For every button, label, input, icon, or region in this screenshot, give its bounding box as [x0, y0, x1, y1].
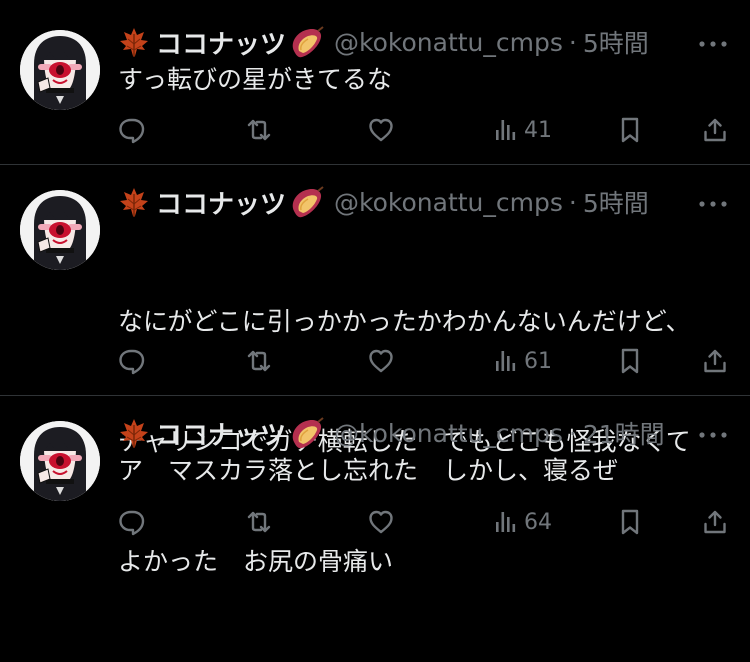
avatar-image — [20, 421, 100, 501]
avatar[interactable] — [20, 190, 100, 270]
views-button[interactable]: 41 — [494, 115, 552, 145]
tweet-text-line: よかった お尻の骨痛い — [118, 547, 394, 576]
maple-leaf-icon — [119, 418, 149, 449]
avatar-image — [20, 30, 100, 110]
views-button[interactable]: 64 — [494, 507, 552, 537]
tweet[interactable]: ココナッツ @kokonattu_cmps · 5時間 なにがどこに引っかかった… — [0, 166, 750, 576]
timestamp[interactable]: 21時間 — [583, 415, 665, 451]
timestamp[interactable]: 5時間 — [583, 24, 649, 60]
views-icon — [496, 120, 516, 140]
tweet-text-line: なにがどこに引っかかったかわかんないんだけど、 — [118, 307, 691, 336]
user-handle[interactable]: @kokonattu_cmps — [334, 188, 563, 217]
retweet-icon — [247, 350, 271, 372]
bookmark-icon — [621, 117, 639, 143]
tweet-header: ココナッツ @kokonattu_cmps · 5時間 — [118, 184, 730, 220]
tweet[interactable]: ココナッツ @kokonattu_cmps · 5時間 すっ転びの星がきてるな … — [0, 0, 750, 165]
more-options-icon[interactable] — [698, 427, 728, 443]
tweet[interactable]: ココナッツ @kokonattu_cmps · 21時間 ア マスカラ落とし忘れ… — [0, 397, 750, 547]
retweet-button[interactable] — [244, 507, 272, 537]
user-handle[interactable]: @kokonattu_cmps — [334, 28, 563, 57]
like-icon — [369, 118, 393, 142]
bookmark-icon — [621, 348, 639, 374]
user-handle[interactable]: @kokonattu_cmps — [334, 419, 563, 448]
avatar-image — [20, 190, 100, 270]
tweet-actions: 64 — [118, 507, 730, 537]
views-icon — [496, 512, 516, 532]
views-count: 64 — [524, 509, 552, 535]
views-count: 41 — [524, 117, 552, 143]
share-button[interactable] — [702, 346, 728, 376]
separator-dot: · — [568, 418, 577, 448]
bookmark-button[interactable] — [618, 346, 642, 376]
tweet-text: ア マスカラ落とし忘れた しかし、寝るぜ — [118, 456, 619, 485]
reply-icon — [119, 510, 145, 536]
avatar[interactable] — [20, 30, 100, 110]
retweet-icon — [247, 119, 271, 141]
share-icon — [704, 510, 726, 534]
like-button[interactable] — [368, 507, 394, 537]
tweet-actions: 41 — [118, 115, 730, 145]
display-name[interactable]: ココナッツ — [156, 184, 286, 221]
maple-leaf-icon — [119, 27, 149, 58]
share-button[interactable] — [702, 507, 728, 537]
sweet-potato-icon — [291, 26, 325, 59]
share-icon — [704, 349, 726, 373]
tweet-actions: 61 — [118, 346, 730, 376]
separator-dot: · — [568, 27, 577, 57]
tweet-text: すっ転びの星がきてるな — [118, 65, 393, 94]
like-icon — [369, 349, 393, 373]
share-button[interactable] — [702, 115, 728, 145]
like-button[interactable] — [368, 346, 394, 376]
bookmark-icon — [621, 509, 639, 535]
display-name[interactable]: ココナッツ — [156, 24, 286, 61]
more-options-icon[interactable] — [698, 36, 728, 52]
reply-button[interactable] — [118, 346, 146, 376]
separator-dot: · — [568, 187, 577, 217]
tweet-header: ココナッツ @kokonattu_cmps · 5時間 — [118, 24, 730, 60]
reply-icon — [119, 118, 145, 144]
share-icon — [704, 118, 726, 142]
views-count: 61 — [524, 348, 552, 374]
tweet-header: ココナッツ @kokonattu_cmps · 21時間 — [118, 415, 730, 451]
avatar[interactable] — [20, 421, 100, 501]
views-button[interactable]: 61 — [494, 346, 552, 376]
more-options-icon[interactable] — [698, 196, 728, 212]
display-name[interactable]: ココナッツ — [156, 415, 286, 452]
retweet-icon — [247, 511, 271, 533]
reply-button[interactable] — [118, 507, 146, 537]
sweet-potato-icon — [291, 186, 325, 219]
retweet-button[interactable] — [244, 346, 272, 376]
sweet-potato-icon — [291, 417, 325, 450]
like-button[interactable] — [368, 115, 394, 145]
like-icon — [369, 510, 393, 534]
views-icon — [496, 351, 516, 371]
reply-button[interactable] — [118, 115, 146, 145]
reply-icon — [119, 349, 145, 375]
maple-leaf-icon — [119, 187, 149, 218]
retweet-button[interactable] — [244, 115, 272, 145]
bookmark-button[interactable] — [618, 507, 642, 537]
timestamp[interactable]: 5時間 — [583, 184, 649, 220]
bookmark-button[interactable] — [618, 115, 642, 145]
